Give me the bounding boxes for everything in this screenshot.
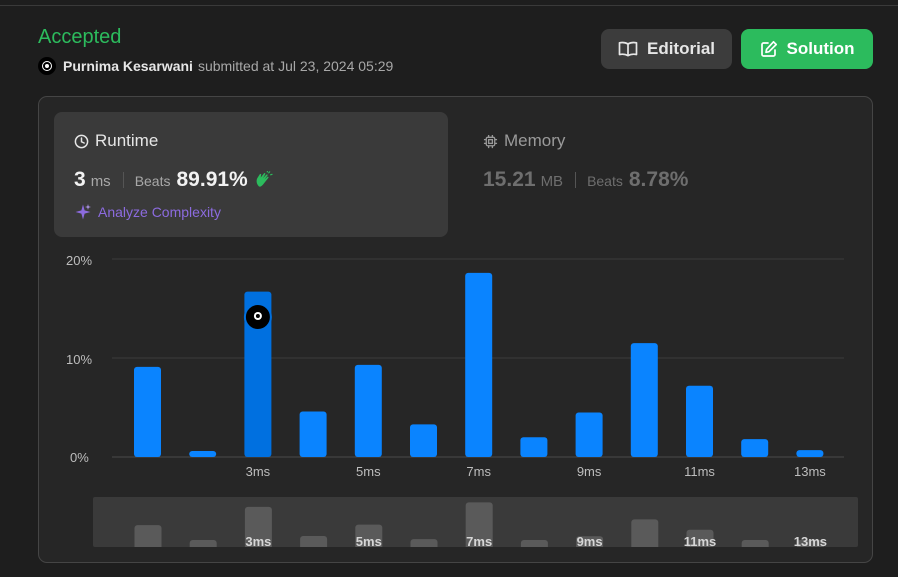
x-tick-label: 13ms bbox=[794, 464, 826, 479]
chart-bar[interactable] bbox=[299, 411, 327, 457]
chart-bar[interactable] bbox=[410, 424, 437, 457]
chart-bar[interactable] bbox=[520, 437, 548, 457]
overview-tick-label: 11ms bbox=[684, 534, 717, 547]
overview-bar bbox=[189, 540, 217, 547]
chart-bar[interactable] bbox=[189, 451, 217, 457]
overview-tick-label: 13ms bbox=[794, 534, 827, 547]
x-tick-label: 5ms bbox=[356, 464, 381, 479]
overview-tick-label: 5ms bbox=[356, 534, 382, 547]
x-tick-label: 3ms bbox=[246, 464, 271, 479]
overview-tick-label: 3ms bbox=[245, 534, 271, 547]
chart-bar[interactable] bbox=[630, 343, 658, 457]
overview-bar bbox=[300, 535, 328, 547]
x-tick-label: 7ms bbox=[466, 464, 491, 479]
chart-bar[interactable] bbox=[575, 412, 603, 457]
chart-range-overview[interactable]: 3ms 5ms 7ms 9ms 11ms 13ms bbox=[93, 497, 858, 547]
chart-bar[interactable] bbox=[686, 385, 713, 457]
overview-bar bbox=[520, 540, 548, 547]
overview-bar bbox=[631, 519, 659, 547]
chart-bar[interactable] bbox=[134, 366, 161, 457]
overview-bar bbox=[134, 525, 162, 547]
overview-tick-label: 7ms bbox=[466, 534, 492, 547]
overview-chart: 3ms 5ms 7ms 9ms 11ms 13ms bbox=[134, 502, 827, 547]
chart-bar[interactable] bbox=[465, 272, 493, 457]
chart-bar[interactable] bbox=[796, 450, 824, 457]
x-tick-label: 11ms bbox=[684, 464, 715, 479]
chart-bar[interactable] bbox=[741, 439, 769, 457]
overview-bar bbox=[410, 539, 438, 547]
runtime-distribution-chart: 3ms 5ms 7ms 9ms 11ms 13ms bbox=[112, 258, 844, 479]
overview-bar bbox=[741, 540, 769, 547]
chart-bar[interactable] bbox=[354, 364, 382, 457]
user-marker-eye bbox=[255, 314, 260, 318]
x-tick-label: 9ms bbox=[577, 464, 602, 479]
overview-tick-label: 9ms bbox=[577, 534, 603, 547]
